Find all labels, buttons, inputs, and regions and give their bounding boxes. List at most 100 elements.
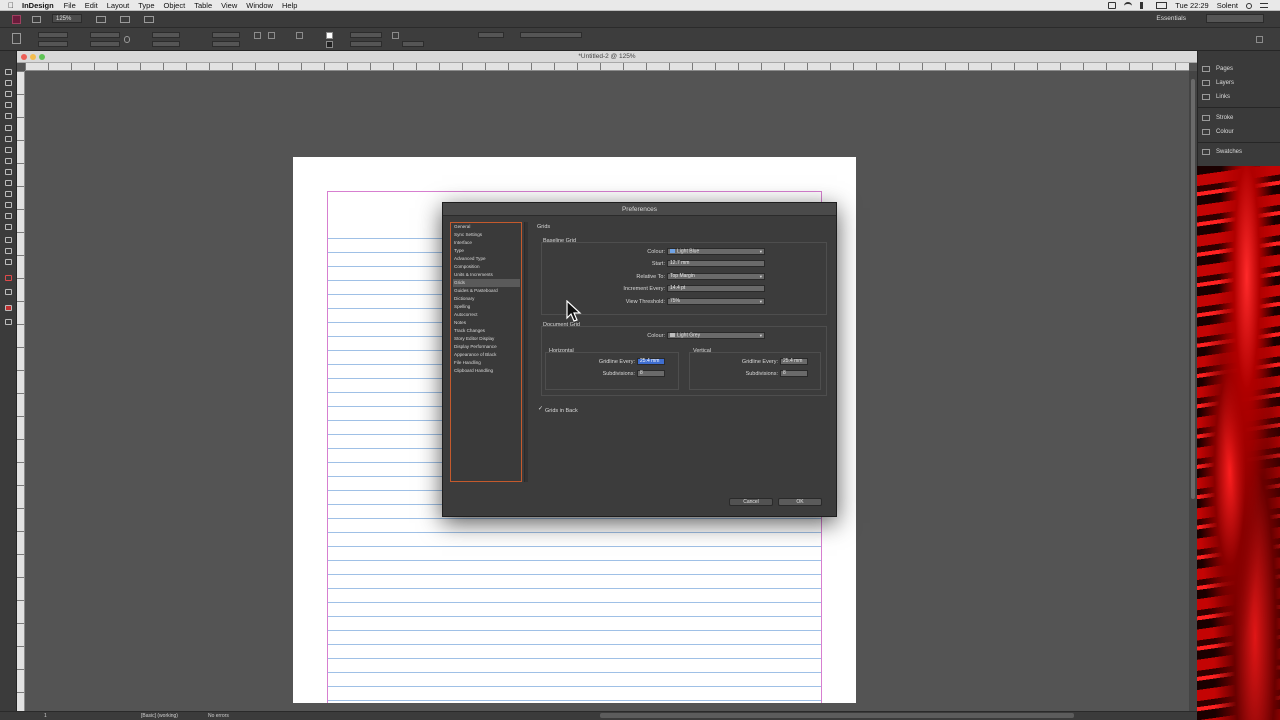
increment-every-field[interactable]: 14.4 pt — [667, 285, 765, 292]
y-position-field[interactable] — [38, 41, 68, 47]
clock[interactable]: Tue 22:29 — [1175, 1, 1209, 10]
type-tool-icon[interactable] — [5, 125, 12, 131]
line-tool-icon[interactable] — [5, 136, 12, 142]
gradient-tool-icon[interactable] — [5, 213, 12, 219]
width-field[interactable] — [90, 32, 120, 38]
relative-to-dropdown[interactable]: Top Margin ▾ — [667, 273, 765, 280]
screen-mode-tool-icon[interactable] — [5, 319, 12, 325]
flip-icon[interactable] — [268, 32, 275, 39]
object-style-field[interactable] — [520, 32, 582, 38]
wifi-icon[interactable] — [1124, 2, 1133, 9]
apple-icon[interactable]:  — [0, 1, 22, 10]
scale-x-field[interactable] — [152, 32, 180, 38]
gap-tool-icon[interactable] — [5, 102, 12, 108]
rotation-field[interactable] — [212, 32, 240, 38]
selection-tool-icon[interactable] — [5, 69, 12, 75]
category-item[interactable]: Autocorrect — [453, 311, 520, 319]
scale-y-field[interactable] — [152, 41, 180, 47]
quick-apply-icon[interactable] — [1256, 36, 1263, 43]
menu-type[interactable]: Type — [138, 1, 154, 10]
menu-help[interactable]: Help — [282, 1, 297, 10]
menu-table[interactable]: Table — [194, 1, 212, 10]
content-collector-icon[interactable] — [5, 113, 12, 119]
vertical-gridline-field[interactable]: 25.4 mm — [780, 358, 808, 365]
stroke-panel-tab[interactable]: Stroke — [1202, 113, 1233, 123]
horizontal-subdivisions-field[interactable]: 8 — [637, 370, 665, 377]
category-item[interactable]: Type — [453, 247, 520, 255]
rectangle-tool-icon[interactable] — [5, 180, 12, 186]
stroke-type-field[interactable] — [350, 41, 382, 47]
notification-center-icon[interactable] — [1260, 3, 1268, 8]
grids-in-back-label[interactable]: Grids in Back — [545, 408, 578, 414]
menu-edit[interactable]: Edit — [85, 1, 98, 10]
app-name-menu[interactable]: InDesign — [22, 1, 54, 10]
category-item[interactable]: Dictionary — [453, 295, 520, 303]
rectangle-frame-tool-icon[interactable] — [5, 169, 12, 175]
vertical-ruler[interactable] — [17, 71, 25, 711]
vertical-subdivisions-field[interactable]: 8 — [780, 370, 808, 377]
category-item[interactable]: Track Changes — [453, 327, 520, 335]
menu-object[interactable]: Object — [164, 1, 186, 10]
menu-window[interactable]: Window — [246, 1, 273, 10]
category-item[interactable]: Story Editor Display — [453, 335, 520, 343]
pen-tool-icon[interactable] — [5, 147, 12, 153]
horizontal-ruler[interactable] — [25, 63, 1189, 71]
help-search-field[interactable] — [1206, 14, 1264, 23]
view-threshold-field[interactable]: 75% ▾ — [667, 298, 765, 305]
rotate-icon[interactable] — [254, 32, 261, 39]
constrain-proportions-icon[interactable] — [124, 36, 130, 43]
category-item[interactable]: Composition — [453, 263, 520, 271]
baseline-start-field[interactable]: 12.7 mm — [667, 260, 765, 267]
preflight-status[interactable]: No errors — [208, 713, 229, 719]
menu-view[interactable]: View — [221, 1, 237, 10]
menu-file[interactable]: File — [64, 1, 76, 10]
opacity-field[interactable] — [402, 41, 424, 47]
eyedropper-tool-icon[interactable] — [5, 237, 12, 243]
stroke-width-mm-field[interactable] — [478, 32, 504, 38]
view-options-icon[interactable] — [96, 16, 106, 23]
fill-stroke-icon[interactable] — [5, 275, 12, 281]
dropbox-icon[interactable] — [1108, 2, 1117, 9]
stroke-swatch-icon[interactable] — [326, 41, 333, 48]
volume-icon[interactable] — [1140, 2, 1148, 9]
category-item[interactable]: Spelling — [453, 303, 520, 311]
vertical-scroll-thumb[interactable] — [1191, 79, 1195, 499]
apply-color-icon[interactable] — [5, 305, 12, 311]
cancel-button[interactable]: Cancel — [729, 498, 773, 506]
stroke-weight-field[interactable] — [350, 32, 382, 38]
preferences-title-bar[interactable]: Preferences — [443, 203, 836, 216]
page-tool-icon[interactable] — [5, 91, 12, 97]
category-list-scrollbar[interactable] — [524, 222, 528, 482]
horizontal-gridline-field[interactable]: 25.4 mm — [637, 358, 665, 365]
category-item-selected[interactable]: Grids — [453, 279, 520, 287]
battery-icon[interactable] — [1156, 2, 1168, 9]
swatches-panel-tab[interactable]: Swatches — [1202, 147, 1242, 157]
layers-panel-tab[interactable]: Layers — [1202, 78, 1234, 88]
category-item[interactable]: Appearance of Black — [453, 351, 520, 359]
height-field[interactable] — [90, 41, 120, 47]
free-transform-tool-icon[interactable] — [5, 202, 12, 208]
spotlight-icon[interactable] — [1246, 2, 1252, 9]
colour-panel-tab[interactable]: Colour — [1202, 127, 1234, 137]
arrange-documents-icon[interactable] — [144, 16, 154, 23]
category-item[interactable]: Interface — [453, 239, 520, 247]
pages-panel-tab[interactable]: Pages — [1202, 64, 1233, 74]
screen-mode-icon[interactable] — [120, 16, 130, 23]
user-name[interactable]: Solent — [1217, 1, 1238, 10]
category-item[interactable]: Units & Increments — [453, 271, 520, 279]
preflight-profile[interactable]: [Basic] (working) — [141, 713, 178, 719]
note-tool-icon[interactable] — [5, 224, 12, 230]
text-wrap-icon[interactable] — [392, 32, 399, 39]
horizontal-scroll-thumb[interactable] — [600, 713, 1074, 718]
workspace-switcher[interactable]: Essentials — [1156, 15, 1186, 22]
bridge-icon[interactable] — [32, 16, 41, 23]
formatting-affects-icon[interactable] — [5, 289, 12, 295]
direct-selection-tool-icon[interactable] — [5, 80, 12, 86]
menu-layout[interactable]: Layout — [107, 1, 130, 10]
pencil-tool-icon[interactable] — [5, 158, 12, 164]
select-container-icon[interactable] — [296, 32, 303, 39]
category-item[interactable]: Clipboard Handling — [453, 367, 520, 375]
document-grid-colour-dropdown[interactable]: Light Grey ▾ — [667, 332, 765, 339]
preferences-category-list[interactable]: General Sync Settings Interface Type Adv… — [450, 222, 522, 482]
baseline-colour-dropdown[interactable]: Light Blue ▾ — [667, 248, 765, 255]
